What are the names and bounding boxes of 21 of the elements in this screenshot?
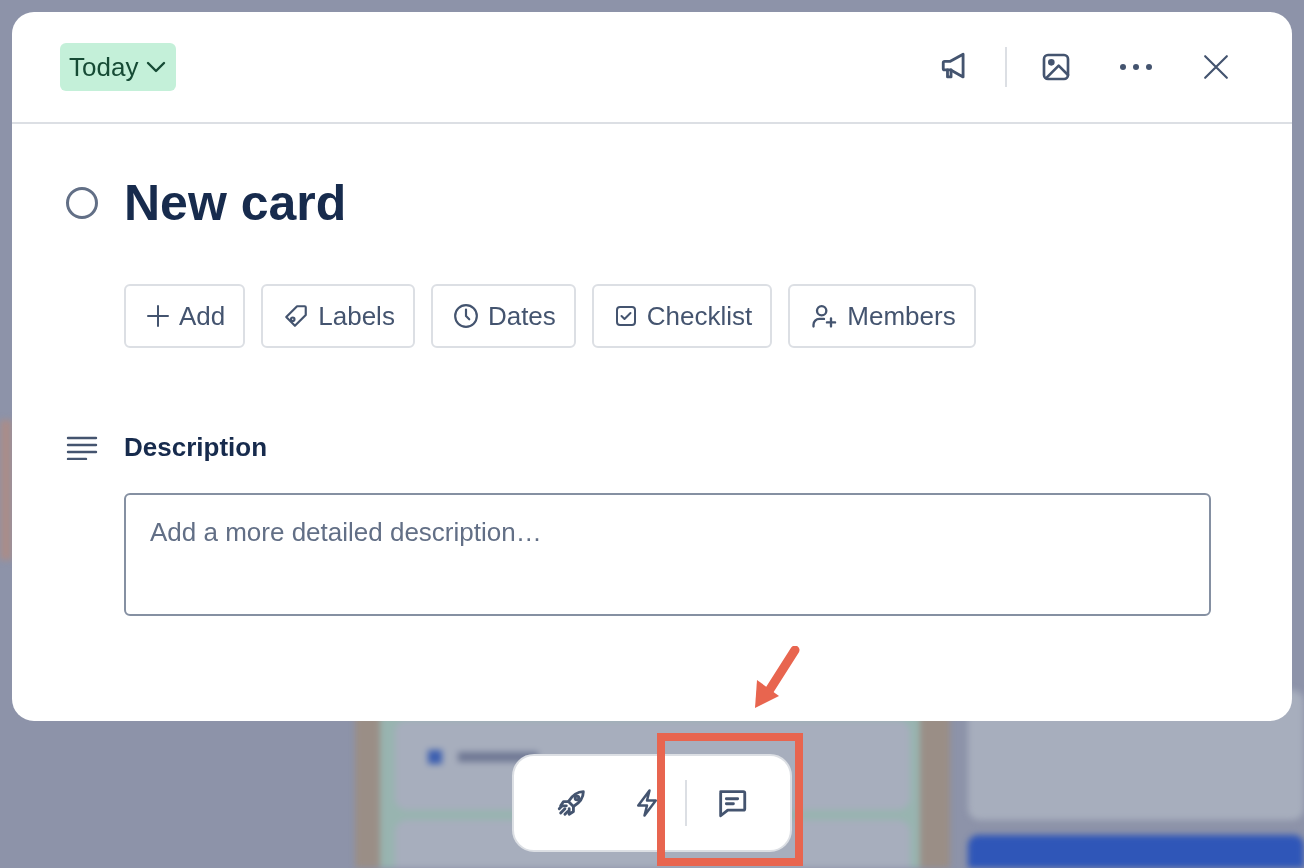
image-icon <box>1040 51 1072 83</box>
complete-checkbox[interactable] <box>65 186 99 220</box>
chevron-down-icon <box>146 61 167 73</box>
annotation-arrow <box>755 646 800 708</box>
card-action-button[interactable]: Checklist <box>591 284 773 348</box>
card-title[interactable]: New card <box>124 178 347 228</box>
description-heading: Description <box>124 432 268 463</box>
description-field[interactable]: Add a more detailed description… <box>124 493 1211 616</box>
card-action-button[interactable]: Dates <box>430 284 576 348</box>
list-dropdown[interactable]: Today <box>60 43 177 91</box>
person-add-icon <box>810 302 839 330</box>
description-icon <box>66 435 98 460</box>
tag-icon <box>283 303 310 329</box>
clock-icon <box>452 303 479 329</box>
card-action-button[interactable]: Labels <box>261 284 415 348</box>
plus-icon <box>146 304 170 328</box>
card-action-button[interactable]: Add <box>124 284 246 348</box>
card-action-button[interactable]: Members <box>788 284 976 348</box>
checkbox-icon <box>613 304 638 328</box>
close-icon <box>1203 54 1229 80</box>
more-icon <box>1119 63 1153 71</box>
